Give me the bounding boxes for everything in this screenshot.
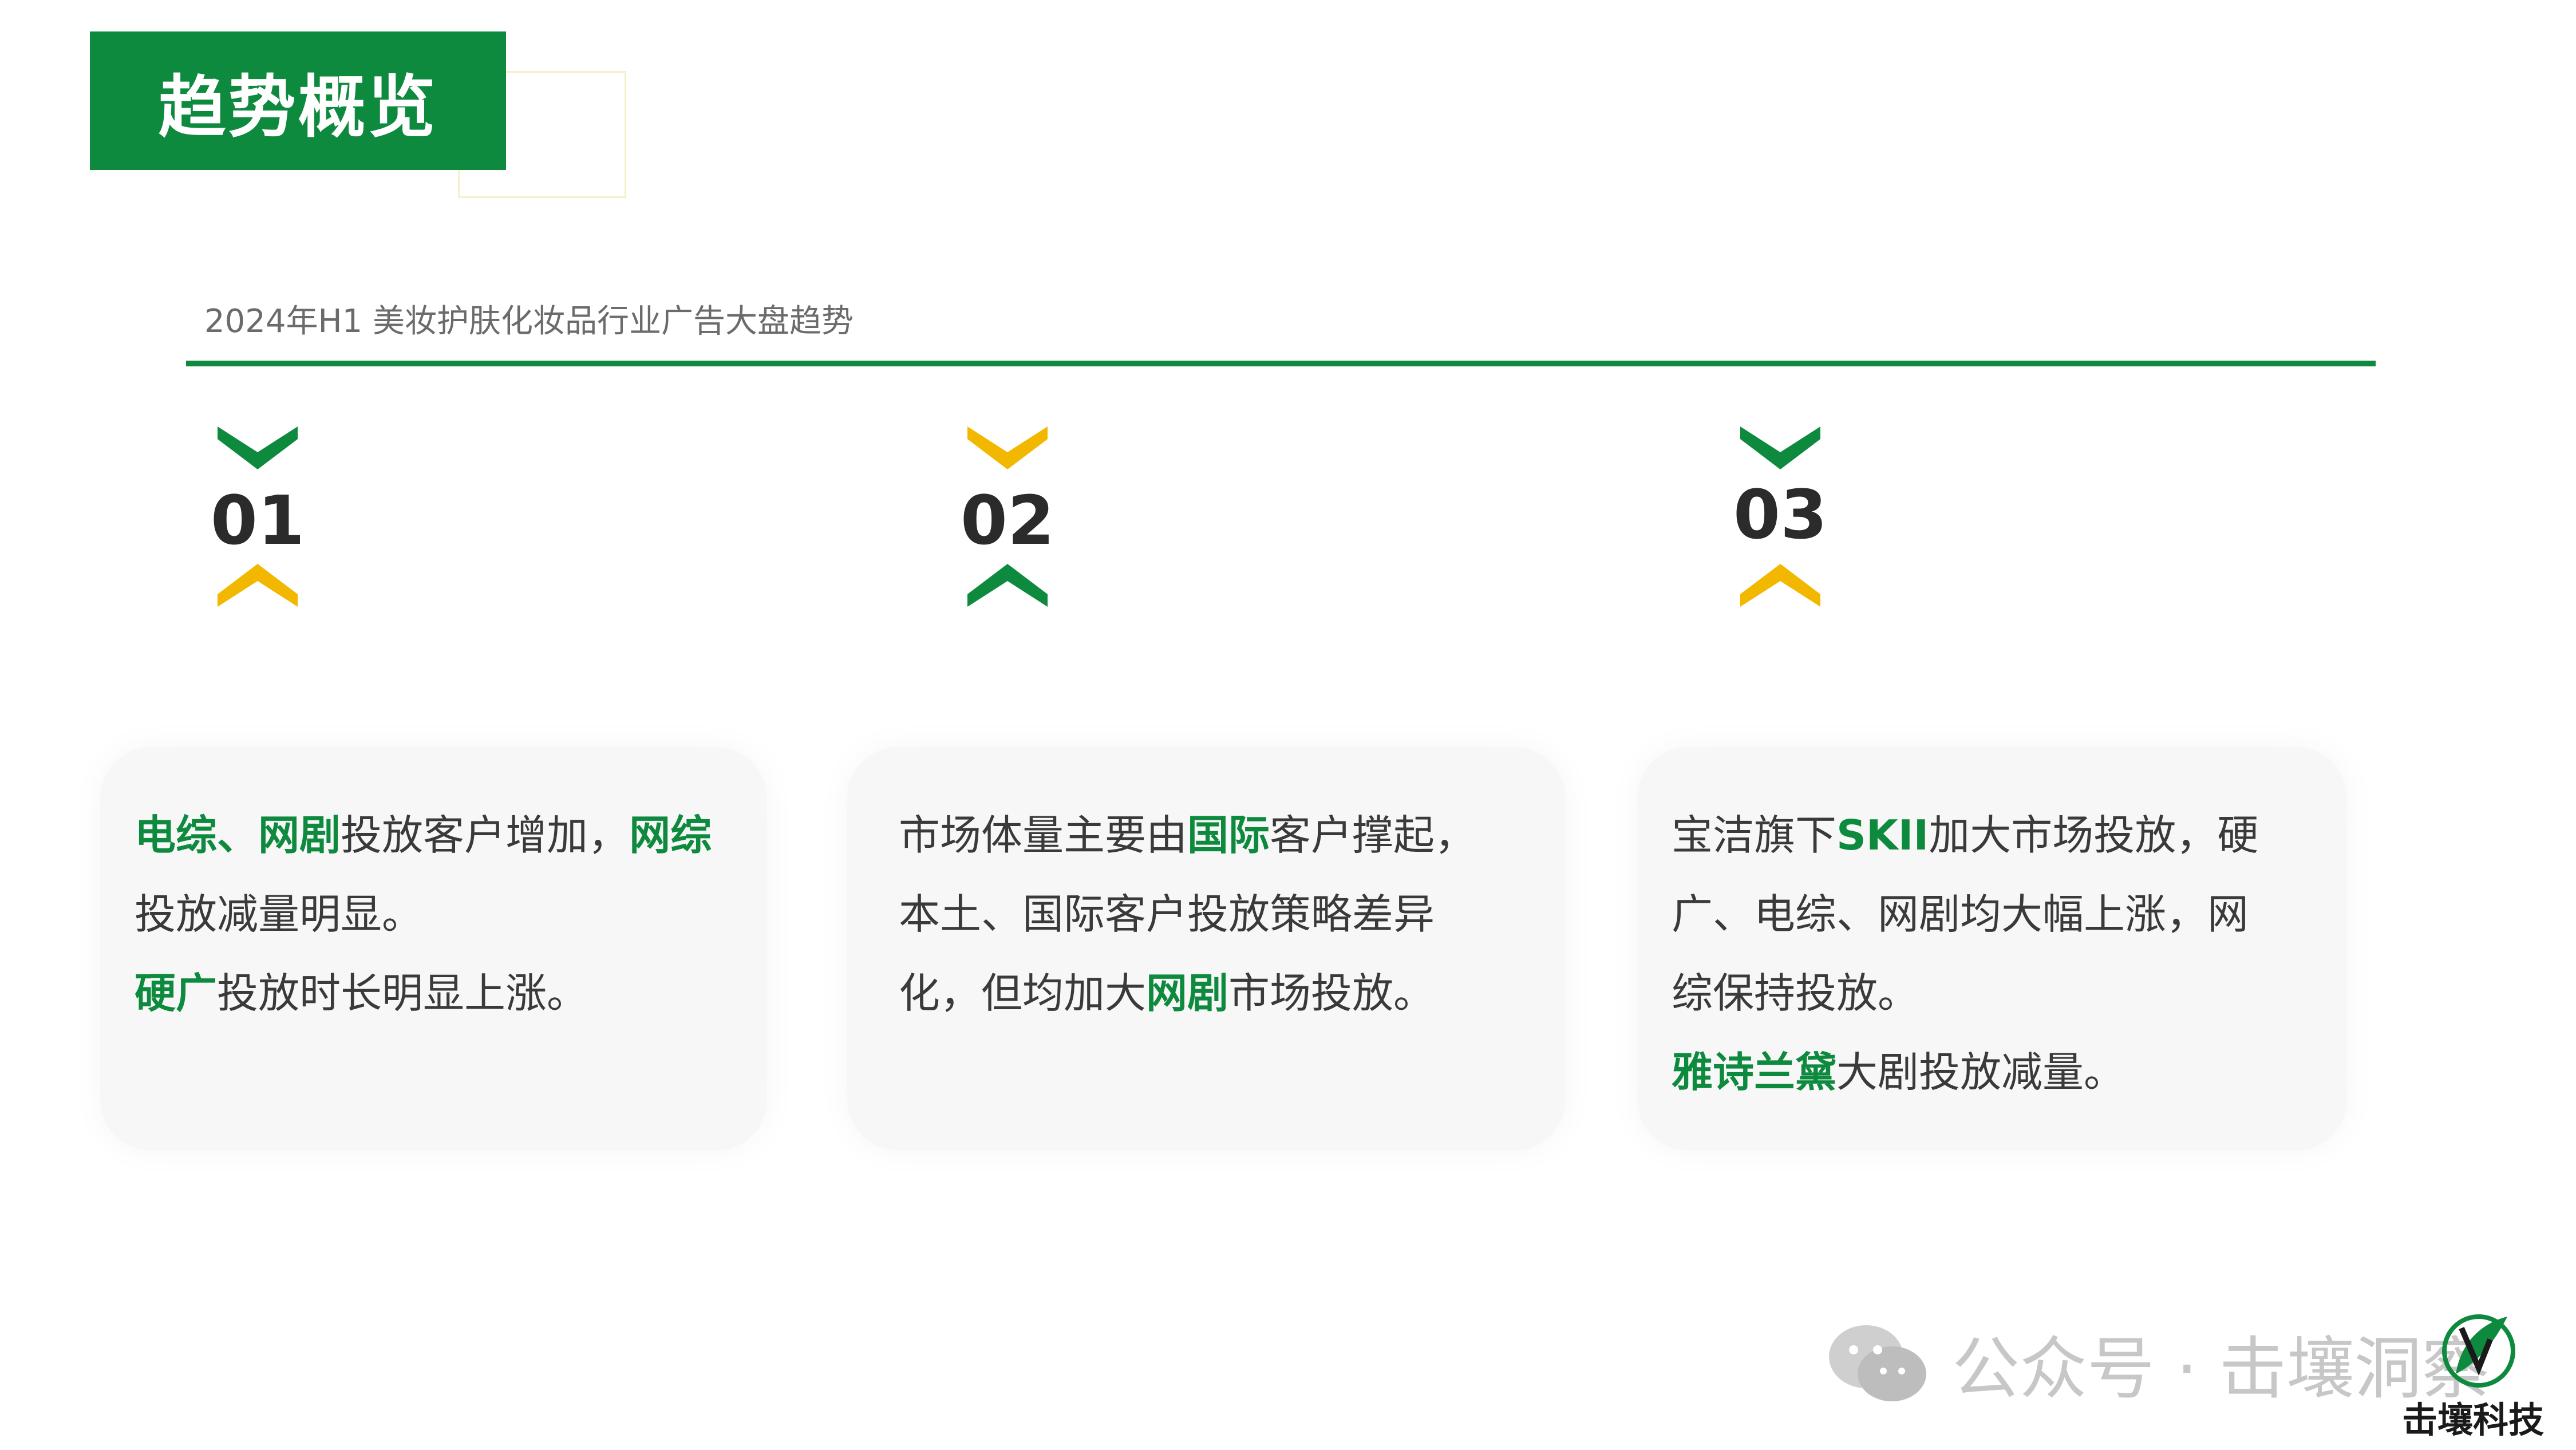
- trend-card-2: 市场体量主要由国际客户撑起， 本土、国际客户投放策略差异 化，但均加大网剧市场投…: [847, 747, 1566, 1151]
- body-text: 综保持投放。: [1672, 969, 1919, 1017]
- highlight-text: 网综: [629, 811, 712, 859]
- card-line: 综保持投放。: [1672, 954, 2258, 1033]
- chevron-down-icon: [218, 426, 298, 469]
- chevron-up-icon: [218, 564, 298, 607]
- step-number: 03: [1733, 475, 1828, 554]
- body-text: 市场投放。: [1228, 969, 1435, 1017]
- highlight-text: 硬广: [135, 969, 218, 1017]
- divider-line: [186, 361, 2376, 366]
- card-line: 硬广投放时长明显上涨。: [135, 954, 712, 1033]
- chevron-down-icon: [1740, 426, 1820, 469]
- body-text: 化，但均加大: [899, 969, 1147, 1017]
- wechat-icon: [1829, 1325, 1926, 1401]
- logo-text: 击壤科技: [2401, 1399, 2544, 1441]
- highlight-text: 电综: [135, 811, 218, 859]
- card-body: 宝洁旗下SKII加大市场投放，硬 广、电综、网剧均大幅上涨，网 综保持投放。 雅…: [1672, 796, 2258, 1112]
- trend-card-3: 宝洁旗下SKII加大市场投放，硬 广、电综、网剧均大幅上涨，网 综保持投放。 雅…: [1637, 747, 2347, 1151]
- body-text: 大剧投放减量。: [1836, 1048, 2125, 1096]
- page-subtitle: 2024年H1 美妆护肤化妆品行业广告大盘趋势: [204, 303, 854, 340]
- card-line: 宝洁旗下SKII加大市场投放，硬: [1672, 796, 2258, 875]
- chevron-up-icon: [1740, 564, 1820, 607]
- highlight-text: 雅诗兰黛: [1672, 1048, 1837, 1096]
- card-body: 市场体量主要由国际客户撑起， 本土、国际客户投放策略差异 化，但均加大网剧市场投…: [899, 796, 1476, 1033]
- title-banner: 趋势概览: [90, 31, 506, 170]
- step-number: 01: [210, 481, 305, 560]
- card-line: 化，但均加大网剧市场投放。: [899, 954, 1476, 1033]
- card-line: 投放减量明显。: [135, 875, 712, 954]
- wechat-watermark: 公众号 · 击壤洞察: [1826, 1319, 2490, 1408]
- step-marker-3: 03: [1723, 426, 1838, 615]
- step-marker-1: 01: [200, 426, 315, 615]
- card-line: 本土、国际客户投放策略差异: [899, 875, 1476, 954]
- body-text: 本土、国际客户投放策略差异: [899, 890, 1435, 938]
- card-line: 市场体量主要由国际客户撑起，: [899, 796, 1476, 875]
- page-title: 趋势概览: [158, 67, 438, 147]
- chevron-down-icon: [967, 426, 1048, 469]
- leaf-logo-icon: [2442, 1314, 2515, 1388]
- trend-card-1: 电综、网剧投放客户增加，网综 投放减量明显。 硬广投放时长明显上涨。: [100, 747, 767, 1151]
- body-text: 市场体量主要由: [899, 811, 1188, 859]
- step-number: 02: [960, 481, 1055, 560]
- highlight-text: 网剧: [258, 811, 341, 859]
- highlight-text: SKII: [1836, 811, 1929, 859]
- card-line: 广、电综、网剧均大幅上涨，网: [1672, 875, 2258, 954]
- highlight-text: 网剧: [1146, 969, 1229, 1017]
- body-text: 投放客户增加，: [341, 811, 630, 859]
- card-line: 电综、网剧投放客户增加，网综: [135, 796, 712, 875]
- card-line: 雅诗兰黛大剧投放减量。: [1672, 1033, 2258, 1112]
- step-marker-2: 02: [950, 426, 1065, 615]
- body-text: 客户撑起，: [1270, 811, 1476, 859]
- body-text: 广、电综、网剧均大幅上涨，网: [1672, 890, 2249, 938]
- body-text: 投放时长明显上涨。: [217, 969, 588, 1017]
- body-text: 投放减量明显。: [135, 890, 424, 938]
- highlight-text: 、: [217, 811, 259, 859]
- brand-logo: 击壤科技: [2393, 1305, 2553, 1441]
- card-body: 电综、网剧投放客户增加，网综 投放减量明显。 硬广投放时长明显上涨。: [135, 796, 712, 1033]
- body-text: 宝洁旗下: [1672, 811, 1837, 859]
- body-text: 加大市场投放，硬: [1929, 811, 2259, 859]
- chevron-up-icon: [967, 564, 1048, 607]
- highlight-text: 国际: [1187, 811, 1270, 859]
